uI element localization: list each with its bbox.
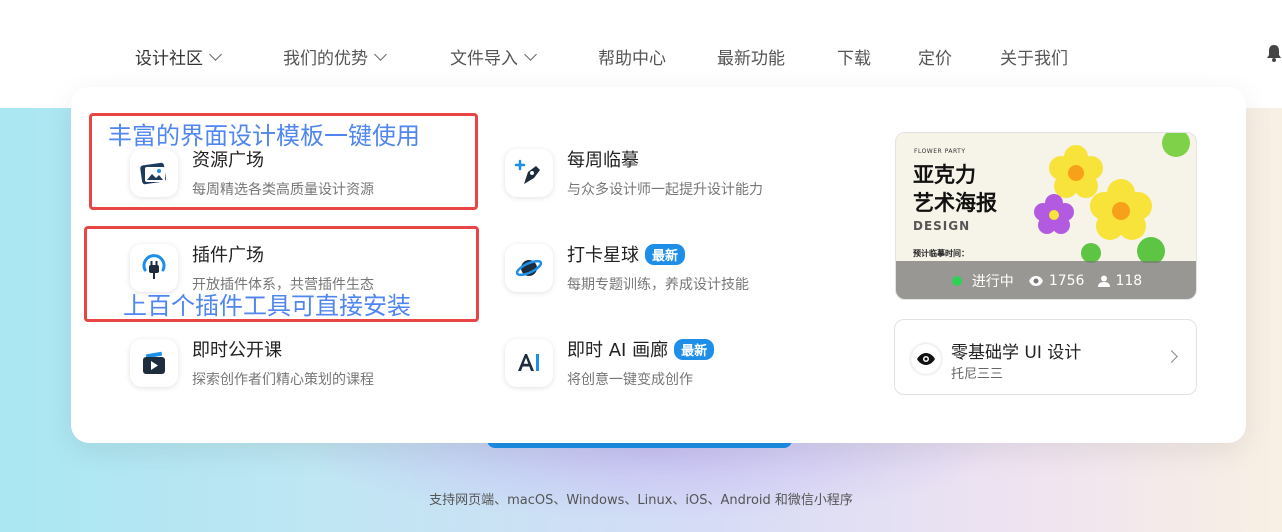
bell-icon[interactable] bbox=[1266, 44, 1282, 62]
course-card[interactable]: 零基础学 UI 设计 托尼三三 bbox=[894, 319, 1197, 395]
menu-item-title: 即时 AI 画廊 最新 bbox=[567, 336, 715, 362]
views-stat: 1756 bbox=[1028, 273, 1085, 289]
menu-item-title: 即时公开课 bbox=[192, 340, 282, 361]
nav-label: 文件导入 bbox=[450, 49, 518, 69]
supported-platforms-text: 支持网页端、macOS、Windows、Linux、iOS、Android 和微… bbox=[429, 493, 853, 508]
poster-title-line: 亚克力 bbox=[913, 163, 976, 187]
nav-label: 设计社区 bbox=[135, 49, 203, 69]
eye-icon bbox=[1028, 276, 1043, 286]
annotation-text: 丰富的界面设计模板一键使用 bbox=[108, 122, 420, 150]
poster-stats-bar: 进行中 1756 118 bbox=[896, 261, 1196, 299]
views-count: 1756 bbox=[1048, 273, 1085, 289]
planet-icon bbox=[505, 243, 553, 292]
menu-item-live-course[interactable]: 即时公开课 探索创作者们精心策划的课程 bbox=[130, 336, 374, 389]
nav-about-us[interactable]: 关于我们 bbox=[1000, 44, 1068, 69]
flower-illustration bbox=[1034, 133, 1190, 263]
live-dot-icon bbox=[951, 276, 962, 286]
nav-new-features[interactable]: 最新功能 bbox=[717, 44, 785, 69]
ai-icon bbox=[505, 338, 553, 387]
poster-title: 亚克力 艺术海报 bbox=[913, 161, 997, 217]
pen-plus-icon bbox=[505, 148, 553, 197]
menu-item-ai-gallery[interactable]: 即时 AI 画廊 最新 将创意一键变成创作 bbox=[505, 336, 715, 389]
nav-help-center[interactable]: 帮助中心 bbox=[598, 44, 666, 69]
menu-item-title: 打卡星球 最新 bbox=[567, 241, 749, 267]
participants-stat: 118 bbox=[1098, 273, 1142, 289]
nav-file-import[interactable]: 文件导入 bbox=[450, 44, 537, 69]
poster-note: 预计临摹时间： bbox=[913, 249, 969, 258]
eye-logo-icon bbox=[917, 353, 935, 365]
menu-item-title-text: 打卡星球 bbox=[567, 245, 639, 266]
menu-item-title-text: 即时 AI 画廊 bbox=[567, 340, 669, 361]
menu-item-checkin-planet[interactable]: 打卡星球 最新 每期专题训练，养成设计技能 bbox=[505, 241, 749, 294]
nav-label: 我们的优势 bbox=[283, 49, 368, 69]
chevron-down-icon bbox=[209, 47, 222, 61]
nav-pricing[interactable]: 定价 bbox=[918, 44, 952, 69]
chevron-down-icon bbox=[524, 47, 537, 61]
new-badge: 最新 bbox=[674, 338, 715, 360]
poster-small-text: FLOWER PARTY bbox=[914, 148, 966, 155]
chevron-down-icon bbox=[374, 47, 387, 61]
menu-item-desc: 每期专题训练，养成设计技能 bbox=[567, 277, 749, 293]
participants-count: 118 bbox=[1115, 273, 1143, 289]
nav-advantages[interactable]: 我们的优势 bbox=[283, 44, 387, 69]
poster-subtitle: DESIGN bbox=[913, 219, 971, 233]
chevron-right-icon bbox=[1165, 350, 1178, 363]
poster-title-line: 艺术海报 bbox=[913, 191, 997, 215]
menu-item-desc: 将创意一键变成创作 bbox=[567, 372, 693, 388]
menu-item-desc: 与众多设计师一起提升设计能力 bbox=[567, 182, 763, 198]
annotation-text: 上百个插件工具可直接安装 bbox=[123, 292, 411, 320]
course-avatar bbox=[911, 344, 941, 374]
nav-design-community[interactable]: 设计社区 bbox=[135, 44, 222, 69]
menu-item-title: 每周临摹 bbox=[567, 150, 639, 171]
featured-poster-card[interactable]: FLOWER PARTY 亚克力 艺术海报 DESIGN 预计临摹时间： 进行中… bbox=[895, 132, 1197, 300]
course-author: 托尼三三 bbox=[951, 367, 1004, 382]
menu-item-desc: 探索创作者们精心策划的课程 bbox=[192, 372, 374, 388]
status-text: 进行中 bbox=[971, 274, 1014, 290]
course-title: 零基础学 UI 设计 bbox=[951, 343, 1082, 363]
nav-download[interactable]: 下载 bbox=[837, 44, 871, 69]
new-badge: 最新 bbox=[645, 243, 686, 265]
menu-item-weekly-copy[interactable]: 每周临摹 与众多设计师一起提升设计能力 bbox=[505, 146, 763, 199]
user-icon bbox=[1098, 275, 1111, 287]
status-indicator: 进行中 bbox=[951, 271, 1014, 291]
video-play-icon bbox=[130, 338, 178, 387]
